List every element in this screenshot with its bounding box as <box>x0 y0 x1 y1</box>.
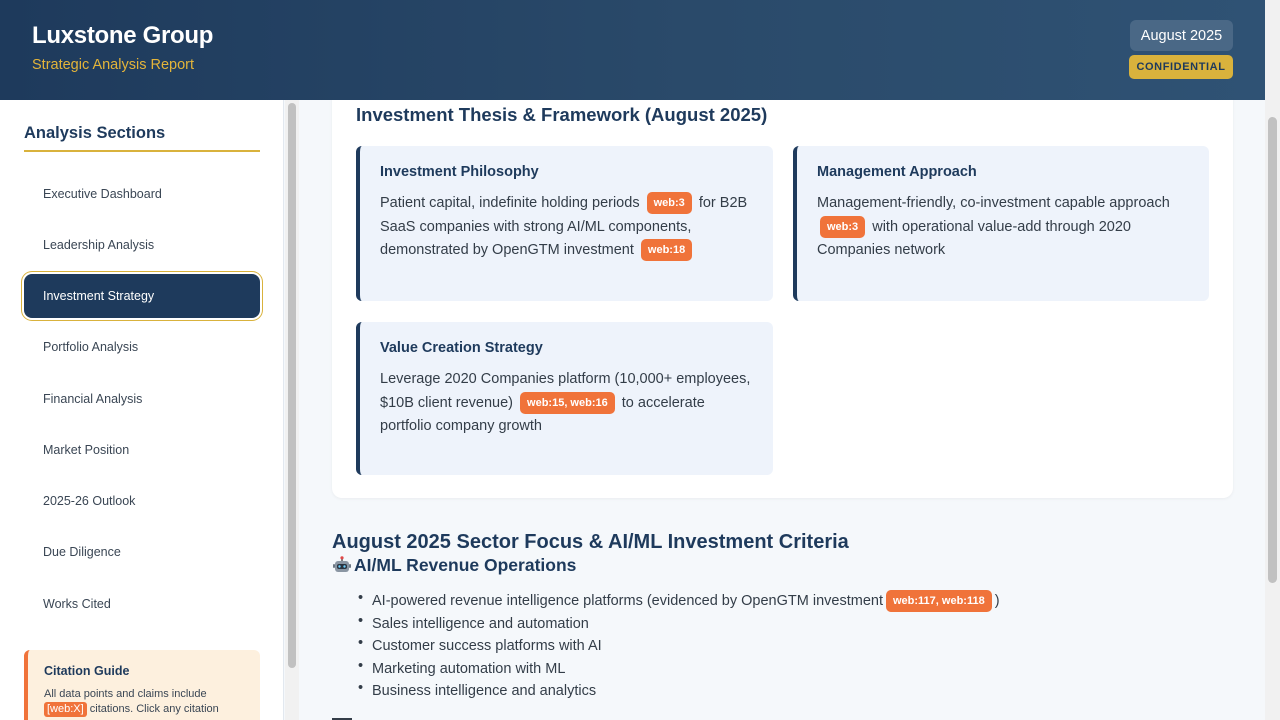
value-creation-box: Value Creation Strategy Leverage 2020 Co… <box>356 322 773 475</box>
sidebar-scrollbar-thumb[interactable] <box>288 103 296 668</box>
sidebar-nav: Executive Dashboard Leadership Analysis … <box>24 168 260 629</box>
page-scrollbar-thumb[interactable] <box>1268 117 1277 583</box>
card-title: Investment Thesis & Framework (August 20… <box>356 104 768 125</box>
sidebar-item-due-diligence[interactable]: Due Diligence <box>24 527 260 578</box>
investment-philosophy-box: Investment Philosophy Patient capital, i… <box>356 146 773 301</box>
robot-icon <box>333 555 351 572</box>
citation-tag[interactable]: web:15, web:16 <box>520 391 615 414</box>
citation-guide-text-before: All data points and claims include <box>44 688 207 700</box>
sub-heading-text: AI/ML Revenue Operations <box>354 555 577 575</box>
list-item: Business intelligence and analytics <box>358 680 1000 703</box>
main-content: Investment Thesis & Framework (August 20… <box>300 100 1265 720</box>
citation-guide: Citation Guide All data points and claim… <box>24 650 260 720</box>
citation-tag[interactable]: web:117, web:118 <box>885 590 992 613</box>
sidebar-item-works-cited[interactable]: Works Cited <box>24 578 260 629</box>
box-text-part: Management-friendly, co-investment capab… <box>817 195 1170 211</box>
list-item-text: AI-powered revenue intelligence platform… <box>372 593 883 610</box>
section-heading: August 2025 Sector Focus & AI/ML Investm… <box>332 531 849 553</box>
criteria-list: AI-powered revenue intelligence platform… <box>358 590 1000 703</box>
list-item: Marketing automation with ML <box>358 658 1000 681</box>
list-item: Customer success platforms with AI <box>358 635 1000 658</box>
report-header: Luxstone Group Strategic Analysis Report… <box>0 0 1265 100</box>
confidential-badge: CONFIDENTIAL <box>1129 55 1233 79</box>
list-item-text: Marketing automation with ML <box>372 660 566 677</box>
list-item-text: Business intelligence and analytics <box>372 683 597 700</box>
list-item-text-after: ) <box>994 593 1000 610</box>
sidebar-item-leadership-analysis[interactable]: Leadership Analysis <box>24 219 260 270</box>
sidebar: Analysis Sections Executive Dashboard Le… <box>0 100 284 720</box>
sidebar-item-investment-strategy[interactable]: Investment Strategy <box>24 273 260 318</box>
box-title: Value Creation Strategy <box>380 340 543 356</box>
box-text: Management-friendly, co-investment capab… <box>817 192 1189 263</box>
citation-tag[interactable]: web:3 <box>646 192 692 215</box>
sidebar-item-executive-dashboard[interactable]: Executive Dashboard <box>24 168 260 219</box>
sidebar-item-market-position[interactable]: Market Position <box>24 424 260 475</box>
sub-heading: AI/ML Revenue Operations <box>332 555 576 576</box>
sidebar-divider <box>24 150 260 152</box>
citation-guide-title: Citation Guide <box>44 664 130 678</box>
box-title: Investment Philosophy <box>380 164 539 180</box>
sidebar-item-financial-analysis[interactable]: Financial Analysis <box>24 373 260 424</box>
box-text: Patient capital, indefinite holding peri… <box>380 192 753 263</box>
citation-guide-text-after: citations. Click any citation <box>89 703 219 715</box>
brand-title: Luxstone Group <box>32 22 214 49</box>
date-badge: August 2025 <box>1130 20 1233 51</box>
citation-tag[interactable]: web:18 <box>640 239 693 262</box>
list-item-text: Customer success platforms with AI <box>372 638 602 655</box>
citation-tag[interactable]: web:3 <box>820 215 866 238</box>
sidebar-item-outlook[interactable]: 2025-26 Outlook <box>24 475 260 526</box>
box-title: Management Approach <box>817 164 977 180</box>
management-approach-box: Management Approach Management-friendly,… <box>793 146 1209 301</box>
investment-thesis-card: Investment Thesis & Framework (August 20… <box>332 100 1233 498</box>
list-item-text: Sales intelligence and automation <box>372 615 589 632</box>
list-item: Sales intelligence and automation <box>358 613 1000 636</box>
sidebar-title: Analysis Sections <box>24 124 166 142</box>
citation-guide-text: All data points and claims include [web:… <box>44 687 244 717</box>
box-text: Leverage 2020 Companies platform (10,000… <box>380 368 753 439</box>
list-item: AI-powered revenue intelligence platform… <box>358 590 1000 613</box>
box-text-part: Patient capital, indefinite holding peri… <box>380 195 640 211</box>
citation-code: [web:X] <box>44 702 87 717</box>
report-subtitle: Strategic Analysis Report <box>32 57 194 73</box>
sidebar-item-portfolio-analysis[interactable]: Portfolio Analysis <box>24 322 260 373</box>
